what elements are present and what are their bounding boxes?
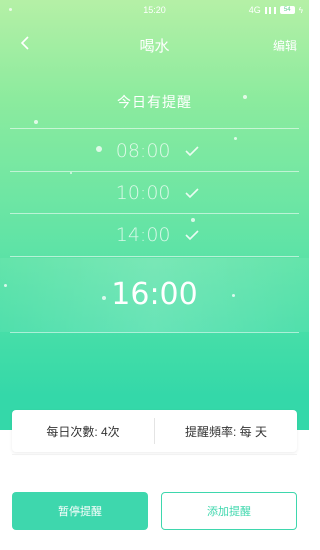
add-reminder-button[interactable]: 添加提醒	[161, 492, 297, 530]
reminder-frequency[interactable]: 提醒頻率: 每 天	[155, 423, 297, 440]
divider	[10, 256, 299, 257]
app-screen: 15:20 4G 54 ϟ 喝水 编辑 今日有提醒 08:00 10:00 14…	[0, 0, 309, 550]
reminder-row[interactable]: 08:00	[0, 131, 309, 171]
status-indicators: 4G 54 ϟ	[249, 5, 303, 15]
reminder-time: 08:00	[115, 140, 171, 162]
section-title: 今日有提醒	[117, 94, 192, 110]
check-icon	[184, 188, 199, 199]
pause-reminder-button[interactable]: 暂停提醒	[12, 492, 148, 530]
divider	[10, 213, 299, 214]
check-icon	[184, 230, 199, 241]
divider	[10, 128, 299, 129]
reminder-row[interactable]: 10:00	[0, 173, 309, 213]
status-bar: 15:20 4G 54 ϟ	[0, 0, 309, 20]
info-card: 每日次數: 4次 提醒頻率: 每 天	[12, 410, 297, 452]
header: 喝水 编辑	[0, 28, 309, 58]
signal-icon	[264, 6, 276, 14]
selected-time[interactable]: 16:00	[0, 277, 309, 312]
decor-dot	[34, 120, 38, 124]
page-title: 喝水	[139, 38, 170, 55]
daily-count: 每日次數: 4次	[46, 424, 120, 439]
check-icon	[184, 146, 199, 157]
divider	[12, 454, 297, 455]
reminder-time: 10:00	[115, 182, 171, 204]
network-label: 4G	[248, 5, 261, 15]
charging-icon: ϟ	[298, 5, 303, 15]
divider	[10, 332, 299, 333]
battery-icon: 54	[279, 6, 295, 14]
reminder-row[interactable]: 14:00	[0, 215, 309, 255]
reminder-time: 14:00	[115, 224, 171, 246]
edit-button[interactable]: 编辑	[273, 37, 297, 54]
divider	[10, 171, 299, 172]
